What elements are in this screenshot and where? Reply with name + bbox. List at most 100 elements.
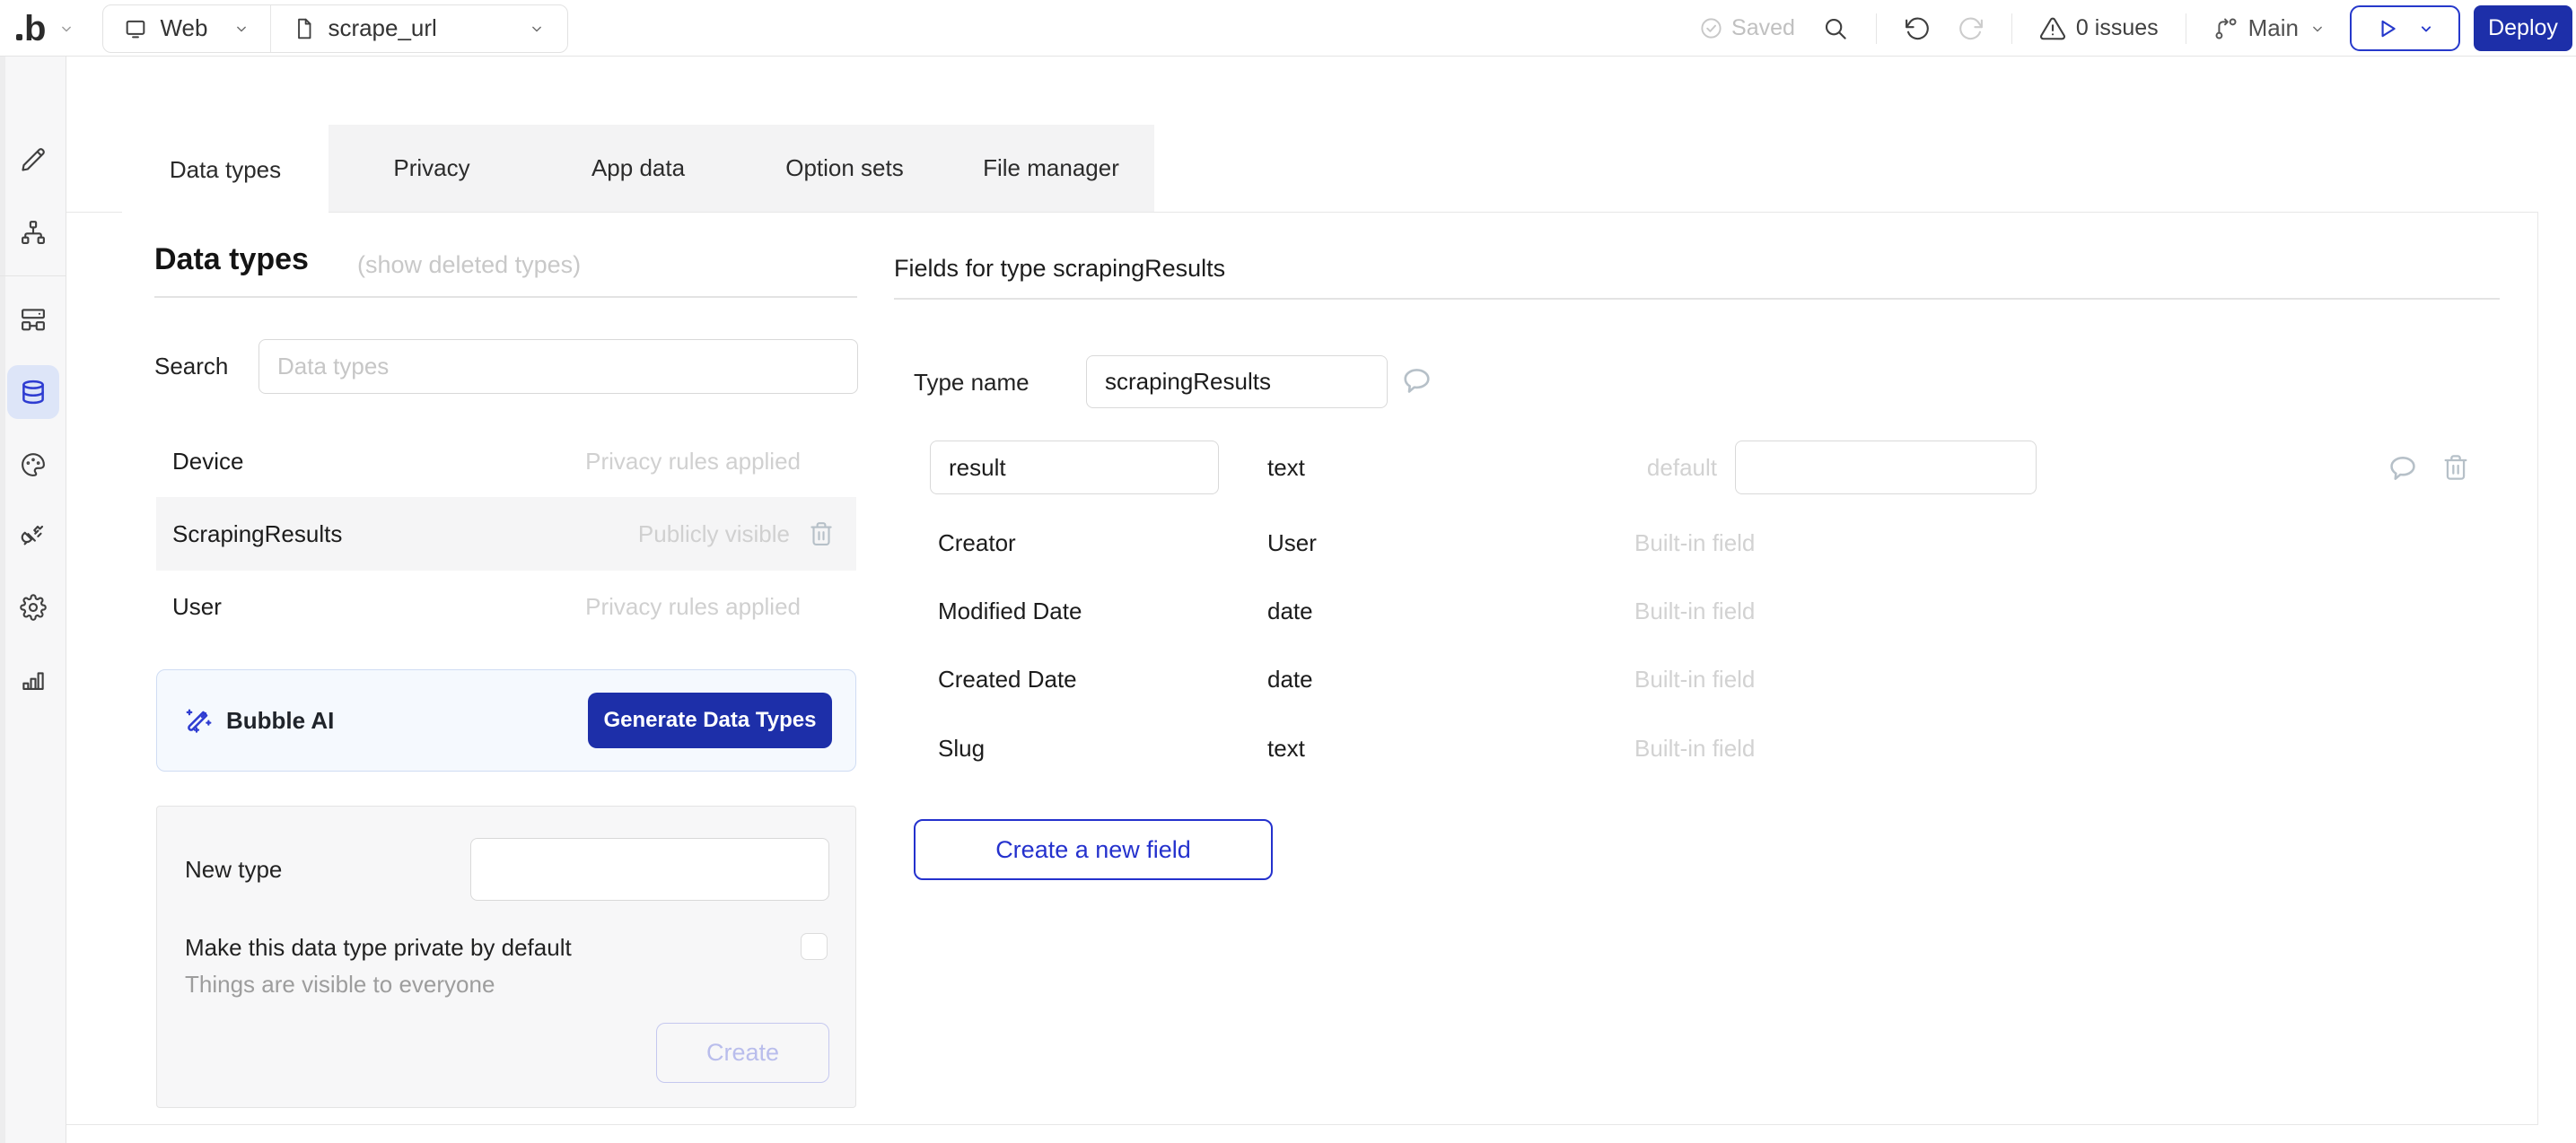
tab-option-sets[interactable]: Option sets — [741, 125, 948, 212]
fields-panel-title: Fields for type scrapingResults — [894, 257, 1225, 281]
search-icon[interactable] — [1822, 15, 1849, 42]
page-label: scrape_url — [328, 14, 436, 42]
monitor-icon — [123, 16, 148, 41]
app-menu-chevron-down-icon[interactable] — [57, 20, 75, 38]
branch-selector[interactable]: Main — [2213, 14, 2326, 42]
page-file-icon — [293, 17, 316, 40]
tab-label: Option sets — [785, 154, 904, 182]
tab-privacy[interactable]: Privacy — [329, 125, 535, 212]
deploy-button[interactable]: Deploy — [2474, 5, 2572, 51]
settings-gear-icon[interactable] — [20, 594, 47, 621]
builtin-field-note: Built-in field — [1634, 599, 1755, 623]
delete-type-trash-icon[interactable] — [808, 520, 835, 547]
data-type-name: Device — [156, 448, 243, 476]
new-type-name-input[interactable] — [470, 838, 829, 901]
show-deleted-types-link[interactable]: (show deleted types) — [357, 253, 581, 277]
page-dropdown[interactable]: scrape_url — [270, 5, 567, 52]
field-type-value: User — [1267, 531, 1317, 554]
bubble-editor-window: b Web scra — [0, 0, 2576, 1143]
field-comment-bubble-icon[interactable] — [2387, 452, 2419, 484]
data-type-row[interactable]: Device Privacy rules applied — [156, 425, 856, 497]
search-label: Search — [154, 354, 228, 378]
git-branch-icon — [2213, 16, 2239, 41]
field-name: Created Date — [938, 667, 1077, 691]
top-toolbar: b Web scra — [0, 0, 2576, 57]
bubble-ai-card: Bubble AI Generate Data Types — [156, 669, 856, 772]
preview-chevron-down-icon — [2417, 20, 2435, 38]
database-icon[interactable] — [20, 379, 47, 406]
play-icon — [2376, 17, 2399, 40]
data-type-name: User — [156, 593, 222, 621]
warning-triangle-icon — [2039, 15, 2066, 42]
data-section-tabs: Data types Privacy App data Option sets … — [122, 125, 1154, 212]
field-type-value: text — [1267, 456, 1305, 479]
data-type-row-selected[interactable]: ScrapingResults Publicly visible — [156, 497, 856, 571]
platform-page-switcher: Web scrape_url — [102, 4, 568, 53]
field-name-input[interactable] — [930, 441, 1219, 494]
pencil-icon[interactable] — [20, 146, 47, 173]
data-type-row[interactable]: User Privacy rules applied — [156, 571, 856, 642]
search-input[interactable] — [258, 339, 858, 394]
platform-dropdown[interactable]: Web — [103, 5, 270, 52]
private-hint-text: Things are visible to everyone — [185, 973, 495, 996]
new-type-label: New type — [185, 858, 282, 881]
left-icon-sidebar — [0, 57, 66, 1143]
field-type-value: date — [1267, 599, 1313, 623]
field-name: Creator — [938, 531, 1016, 554]
undo-icon[interactable] — [1904, 15, 1931, 42]
styles-palette-icon[interactable] — [20, 451, 47, 478]
tab-app-data[interactable]: App data — [535, 125, 741, 212]
type-name-label: Type name — [914, 371, 1030, 394]
issues-indicator[interactable]: 0 issues — [2039, 15, 2159, 42]
private-by-default-checkbox[interactable] — [801, 933, 828, 960]
platform-label: Web — [160, 14, 207, 42]
platform-chevron-down-icon — [232, 20, 250, 38]
data-type-status: Privacy rules applied — [585, 448, 856, 476]
plugins-plug-icon[interactable] — [20, 522, 47, 549]
page-chevron-down-icon — [506, 20, 546, 38]
check-circle-icon — [1699, 16, 1723, 40]
bubble-ai-label: Bubble AI — [226, 707, 334, 735]
data-type-name: ScrapingResults — [156, 520, 342, 548]
sidebar-divider — [0, 275, 66, 276]
tab-file-manager[interactable]: File manager — [948, 125, 1154, 212]
fields-panel-divider — [894, 298, 2500, 300]
builtin-field-note: Built-in field — [1634, 531, 1755, 554]
backend-workflows-icon[interactable] — [20, 306, 47, 333]
preview-button[interactable] — [2350, 5, 2460, 51]
builtin-field-note: Built-in field — [1634, 737, 1755, 760]
type-name-input[interactable] — [1086, 355, 1388, 408]
workflow-icon[interactable] — [20, 219, 47, 246]
field-type-value: date — [1267, 667, 1313, 691]
left-panel-divider — [154, 296, 857, 298]
tab-label: File manager — [983, 154, 1119, 182]
bubble-logo[interactable]: b — [16, 11, 45, 47]
create-new-field-button[interactable]: Create a new field — [914, 819, 1273, 880]
toolbar-divider — [2011, 13, 2012, 44]
save-status: Saved — [1699, 15, 1795, 41]
generate-data-types-button[interactable]: Generate Data Types — [588, 693, 832, 748]
field-type-value: text — [1267, 737, 1305, 760]
bubble-logo-dot — [16, 34, 22, 40]
tab-label: App data — [591, 154, 685, 182]
data-type-status: Publicly visible — [638, 520, 790, 548]
tab-label: Data types — [170, 156, 281, 184]
branch-chevron-down-icon — [2309, 20, 2326, 38]
issues-count-label: 0 issues — [2076, 15, 2159, 41]
data-type-status: Privacy rules applied — [585, 593, 856, 621]
page-title: Data types — [154, 244, 309, 275]
type-comment-bubble-icon[interactable] — [1400, 364, 1433, 397]
new-type-card: New type Make this data type private by … — [156, 806, 856, 1108]
field-name: Slug — [938, 737, 985, 760]
redo-icon[interactable] — [1958, 15, 1985, 42]
default-label: default — [1607, 456, 1717, 479]
tab-label: Privacy — [393, 154, 469, 182]
field-default-input[interactable] — [1735, 441, 2037, 494]
logs-chart-icon[interactable] — [20, 665, 47, 692]
create-type-button[interactable]: Create — [656, 1023, 829, 1083]
tab-data-types[interactable]: Data types — [122, 125, 329, 214]
bubble-logo-letter: b — [24, 11, 45, 47]
field-name: Modified Date — [938, 599, 1082, 623]
branch-label: Main — [2248, 14, 2299, 42]
field-trash-icon[interactable] — [2441, 453, 2470, 482]
